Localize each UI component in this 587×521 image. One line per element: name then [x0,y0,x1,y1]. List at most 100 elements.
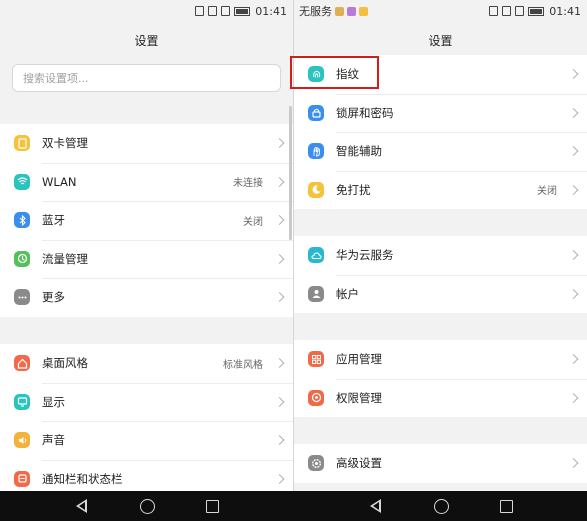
settings-item-label: 应用管理 [336,352,382,367]
recent-apps-icon [499,499,513,513]
screenshot-root: 01:41 设置 双卡管理 WLAN 未连接蓝牙 关闭流量管理更多 桌面风格 标准风格显… [0,0,587,521]
cloud-icon [308,247,324,264]
moon-icon [308,181,324,198]
app-notification-icon [335,6,344,16]
vibrate-icon [208,6,218,16]
battery-icon [528,6,545,16]
chevron-right-icon [274,435,285,446]
navigation-bar [0,491,587,521]
apps-icon [308,351,324,368]
page-title: 设置 [134,33,159,48]
settings-item-value: 关闭 [537,186,557,198]
settings-item-label: 通知栏和状态栏 [42,471,123,486]
back-button[interactable] [72,497,90,515]
settings-item-label: WLAN [42,174,77,189]
chevron-right-icon [568,146,579,157]
settings-item-notification[interactable]: 通知栏和状态栏 [0,459,293,492]
chevron-right-icon [274,253,285,264]
status-bar: 01:41 [0,0,293,22]
settings-item-label: 显示 [42,394,65,409]
settings-item-hand[interactable]: 智能辅助 [294,132,587,171]
settings-item-advanced-settings[interactable]: 高级设置 [294,444,587,483]
chevron-right-icon [274,396,285,407]
chevron-right-icon [274,176,285,187]
settings-panel-left: 01:41 设置 双卡管理 WLAN 未连接蓝牙 关闭流量管理更多 桌面风格 标准风格显… [0,0,293,491]
sound-icon [14,432,30,449]
settings-item-moon[interactable]: 免打扰 关闭 [294,170,587,210]
settings-item-label: 锁屏和密码 [336,105,394,120]
settings-item-bluetooth[interactable]: 蓝牙 关闭 [0,201,293,240]
settings-group-cloud: 华为云服务 帐户 [294,236,587,313]
chevron-right-icon [568,107,579,118]
settings-item-account[interactable]: 帐户 [294,274,587,314]
home-button[interactable] [138,497,156,515]
settings-group-connectivity: 双卡管理 WLAN 未连接蓝牙 关闭流量管理更多 [0,124,293,317]
battery-icon [234,6,251,16]
settings-item-value: 标准风格 [223,359,263,371]
chevron-right-icon [274,215,285,226]
recent-apps-button[interactable] [203,497,221,515]
recent-apps-button[interactable] [497,497,515,515]
home-style-icon [14,355,30,372]
sim-icon [221,6,231,16]
search-input[interactable] [12,64,281,92]
status-time: 01:41 [549,4,581,18]
settings-item-label: 华为云服务 [336,248,394,263]
status-bar: 无服务 01:41 [294,0,587,22]
settings-item-apps[interactable]: 应用管理 [294,340,587,379]
settings-item-label: 帐户 [336,286,359,301]
notification-icon [14,470,30,487]
wifi-icon [14,173,30,190]
settings-item-lock[interactable]: 锁屏和密码 [294,93,587,133]
settings-item-sound[interactable]: 声音 [0,421,293,460]
settings-item-home-style[interactable]: 桌面风格 标准风格 [0,344,293,383]
settings-item-cloud[interactable]: 华为云服务 [294,236,587,275]
settings-item-label: 更多 [42,290,65,305]
chevron-right-icon [274,292,285,303]
settings-item-more[interactable]: 更多 [0,278,293,317]
back-icon [369,499,381,513]
lock-icon [308,104,324,121]
chevron-right-icon [568,288,579,299]
chevron-right-icon [568,392,579,403]
settings-item-label: 桌面风格 [42,356,88,371]
settings-item-label: 双卡管理 [42,136,88,151]
settings-item-label: 声音 [42,433,65,448]
chevron-right-icon [568,354,579,365]
chevron-right-icon [274,138,285,149]
account-icon [308,285,324,302]
settings-item-dual-sim[interactable]: 双卡管理 [0,124,293,163]
settings-item-label: 权限管理 [336,390,382,405]
settings-item-value: 未连接 [233,178,263,190]
chevron-right-icon [568,250,579,261]
status-time: 01:41 [255,4,287,18]
nfc-icon [195,6,205,16]
advanced-settings-icon [308,455,324,472]
data-usage-icon [14,250,30,267]
nfc-icon [489,6,499,16]
scrollbar[interactable] [289,106,292,240]
chevron-right-icon [274,473,285,484]
home-icon [139,498,155,514]
settings-item-data-usage[interactable]: 流量管理 [0,239,293,279]
settings-item-value: 关闭 [243,216,263,228]
home-button[interactable] [432,497,450,515]
settings-item-label: 流量管理 [42,251,88,266]
settings-item-wifi[interactable]: WLAN 未连接 [0,162,293,202]
display-icon [14,393,30,410]
permission-icon [308,389,324,406]
settings-item-label: 蓝牙 [42,213,65,228]
back-button[interactable] [366,497,384,515]
hand-icon [308,143,324,160]
settings-group-apps: 应用管理 权限管理 [294,340,587,417]
app-notification-icon [347,6,356,16]
dual-sim-icon [14,135,30,152]
carrier-text: 无服务 [299,5,332,18]
back-icon [75,499,87,513]
settings-item-permission[interactable]: 权限管理 [294,378,587,418]
settings-item-label: 高级设置 [336,456,382,471]
home-icon [433,498,449,514]
fingerprint-highlight-box [290,56,379,89]
vibrate-icon [502,6,512,16]
settings-item-display[interactable]: 显示 [0,382,293,422]
